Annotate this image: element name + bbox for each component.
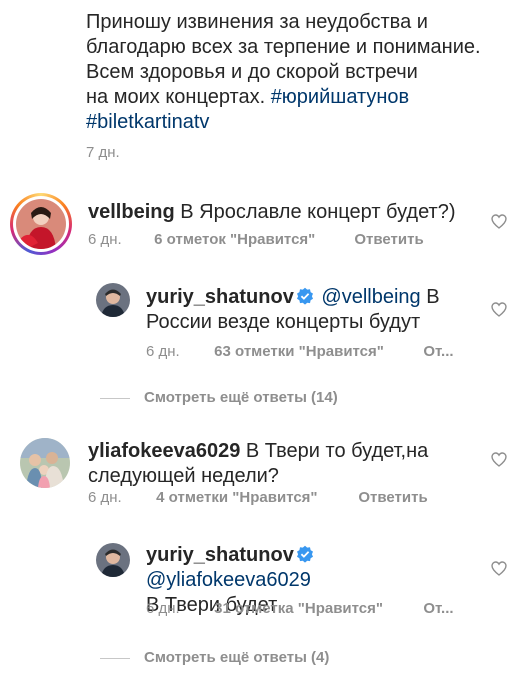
post-caption: Приношу извинения за неудобства и благод…	[86, 10, 506, 135]
view-replies-label[interactable]: Смотреть ещё ответы (14)	[144, 389, 338, 406]
caption-line: Приношу извинения за неудобства и	[86, 11, 428, 33]
reply-button[interactable]: Ответить	[354, 231, 423, 248]
divider	[100, 397, 130, 399]
comment-meta: 6 дн. 31 отметка "Нравится" От...	[146, 600, 454, 617]
man-portrait-avatar[interactable]	[96, 543, 130, 577]
comment-text: yliafokeeva6029 В Твери то будет,на след…	[88, 439, 448, 489]
reply-button[interactable]: От...	[423, 600, 453, 617]
username-link[interactable]: yliafokeeva6029	[88, 440, 240, 462]
likes-count-button[interactable]: 63 отметки "Нравится"	[214, 343, 419, 360]
caption-line: на моих концертах. #юрийшатунов	[86, 85, 506, 110]
heart-icon[interactable]	[491, 452, 507, 467]
reply-button[interactable]: Ответить	[358, 489, 427, 506]
hashtag-link[interactable]: #юрийшатунов	[271, 86, 410, 108]
mention-link[interactable]: @yliafokeeva6029	[146, 569, 311, 591]
likes-count-button[interactable]: 6 отметок "Нравится"	[154, 231, 350, 248]
caption-text: на моих концертах.	[86, 86, 266, 108]
comment-time: 6 дн.	[88, 231, 122, 248]
comment-body: В Ярославле концерт будет?)	[180, 201, 456, 223]
comment-body: России везде концерты будут	[146, 311, 421, 333]
username-link[interactable]: vellbeing	[88, 201, 175, 223]
username-link[interactable]: yuriy_shatunov	[146, 286, 294, 308]
verified-badge-icon	[296, 545, 313, 563]
family-group-avatar[interactable]	[20, 438, 70, 488]
likes-count-button[interactable]: 31 отметка "Нравится"	[214, 600, 419, 617]
likes-count-button[interactable]: 4 отметки "Нравится"	[156, 489, 354, 506]
comment-body: следующей недели?	[88, 465, 279, 487]
comment-time: 6 дн.	[88, 489, 122, 506]
comment-body: В Твери то будет,на	[245, 440, 429, 462]
username-link[interactable]: yuriy_shatunov	[146, 544, 294, 566]
reply-button[interactable]: От...	[423, 343, 453, 360]
woman-red-dress-avatar[interactable]	[16, 199, 66, 249]
comment-body: В	[426, 286, 440, 308]
comment-meta: 6 дн. 4 отметки "Нравится" Ответить	[88, 489, 428, 506]
heart-icon[interactable]	[491, 214, 507, 229]
comment-time: 6 дн.	[146, 343, 180, 360]
caption-line: благодарю всех за терпение и понимание.	[86, 36, 481, 58]
comment-meta: 6 дн. 63 отметки "Нравится" От...	[146, 343, 454, 360]
divider	[100, 657, 130, 659]
caption-timestamp: 7 дн.	[86, 144, 120, 161]
comment-text: yuriy_shatunov @vellbeing В России везде…	[146, 285, 466, 335]
verified-badge-icon	[296, 287, 313, 305]
comment-meta: 6 дн. 6 отметок "Нравится" Ответить	[88, 231, 424, 248]
man-portrait-avatar[interactable]	[96, 283, 130, 317]
comment-text: vellbeing В Ярославле концерт будет?)	[88, 200, 508, 225]
hashtag-link[interactable]: #biletkartinatv	[86, 111, 209, 133]
heart-icon[interactable]	[491, 302, 507, 317]
caption-line: #biletkartinatv	[86, 110, 506, 135]
view-more-replies-button[interactable]: Смотреть ещё ответы (4)	[100, 649, 329, 666]
comment-time: 6 дн.	[146, 600, 180, 617]
view-replies-label[interactable]: Смотреть ещё ответы (4)	[144, 649, 329, 666]
heart-icon[interactable]	[491, 561, 507, 576]
mention-link[interactable]: @vellbeing	[321, 286, 420, 308]
caption-line: Всем здоровья и до скорой встречи	[86, 61, 418, 83]
view-more-replies-button[interactable]: Смотреть ещё ответы (14)	[100, 389, 338, 406]
